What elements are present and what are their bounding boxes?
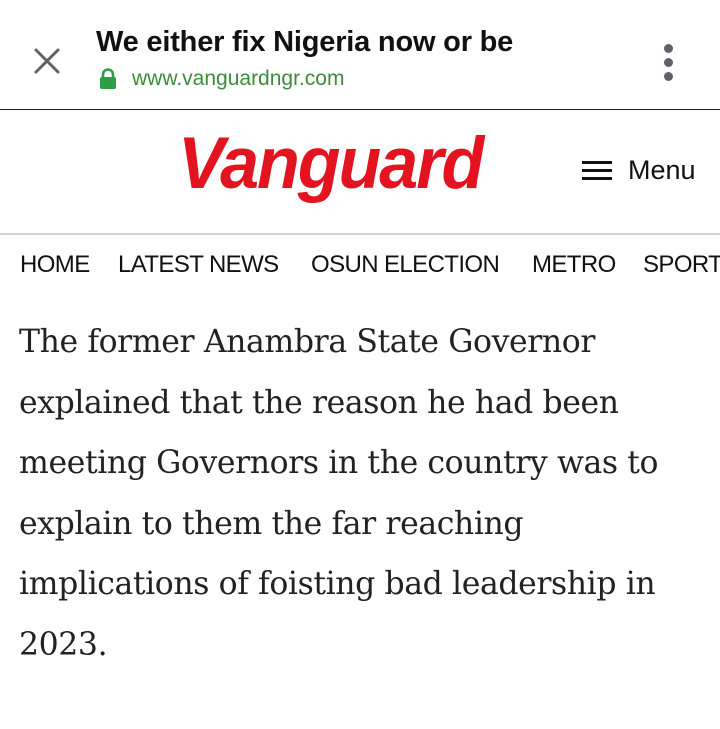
url-bar[interactable]: www.vanguardngr.com [98, 66, 344, 92]
menu-button[interactable]: Menu [582, 153, 696, 187]
site-logo[interactable]: Vanguard [178, 121, 484, 205]
main-nav: HOME LATEST NEWS OSUN ELECTION METRO SPO… [0, 237, 720, 293]
article-paragraph: The former Anambra State Governor explai… [19, 324, 659, 663]
url-text: www.vanguardngr.com [132, 67, 345, 90]
nav-item-osun-election[interactable]: OSUN ELECTION [311, 251, 500, 279]
close-icon[interactable] [30, 44, 64, 78]
menu-label: Menu [628, 154, 696, 185]
more-vertical-icon[interactable] [655, 40, 681, 84]
nav-item-sport[interactable]: SPORT [643, 251, 720, 279]
browser-toolbar: We either fix Nigeria now or be www.vang… [0, 0, 720, 110]
page-title: We either fix Nigeria now or be [96, 26, 514, 58]
lock-icon [98, 68, 118, 90]
site-header: Vanguard Menu [0, 111, 720, 235]
nav-item-home[interactable]: HOME [20, 251, 90, 279]
nav-item-latest-news[interactable]: LATEST NEWS [118, 251, 279, 279]
hamburger-icon [582, 159, 612, 181]
nav-item-metro[interactable]: METRO [532, 251, 616, 279]
